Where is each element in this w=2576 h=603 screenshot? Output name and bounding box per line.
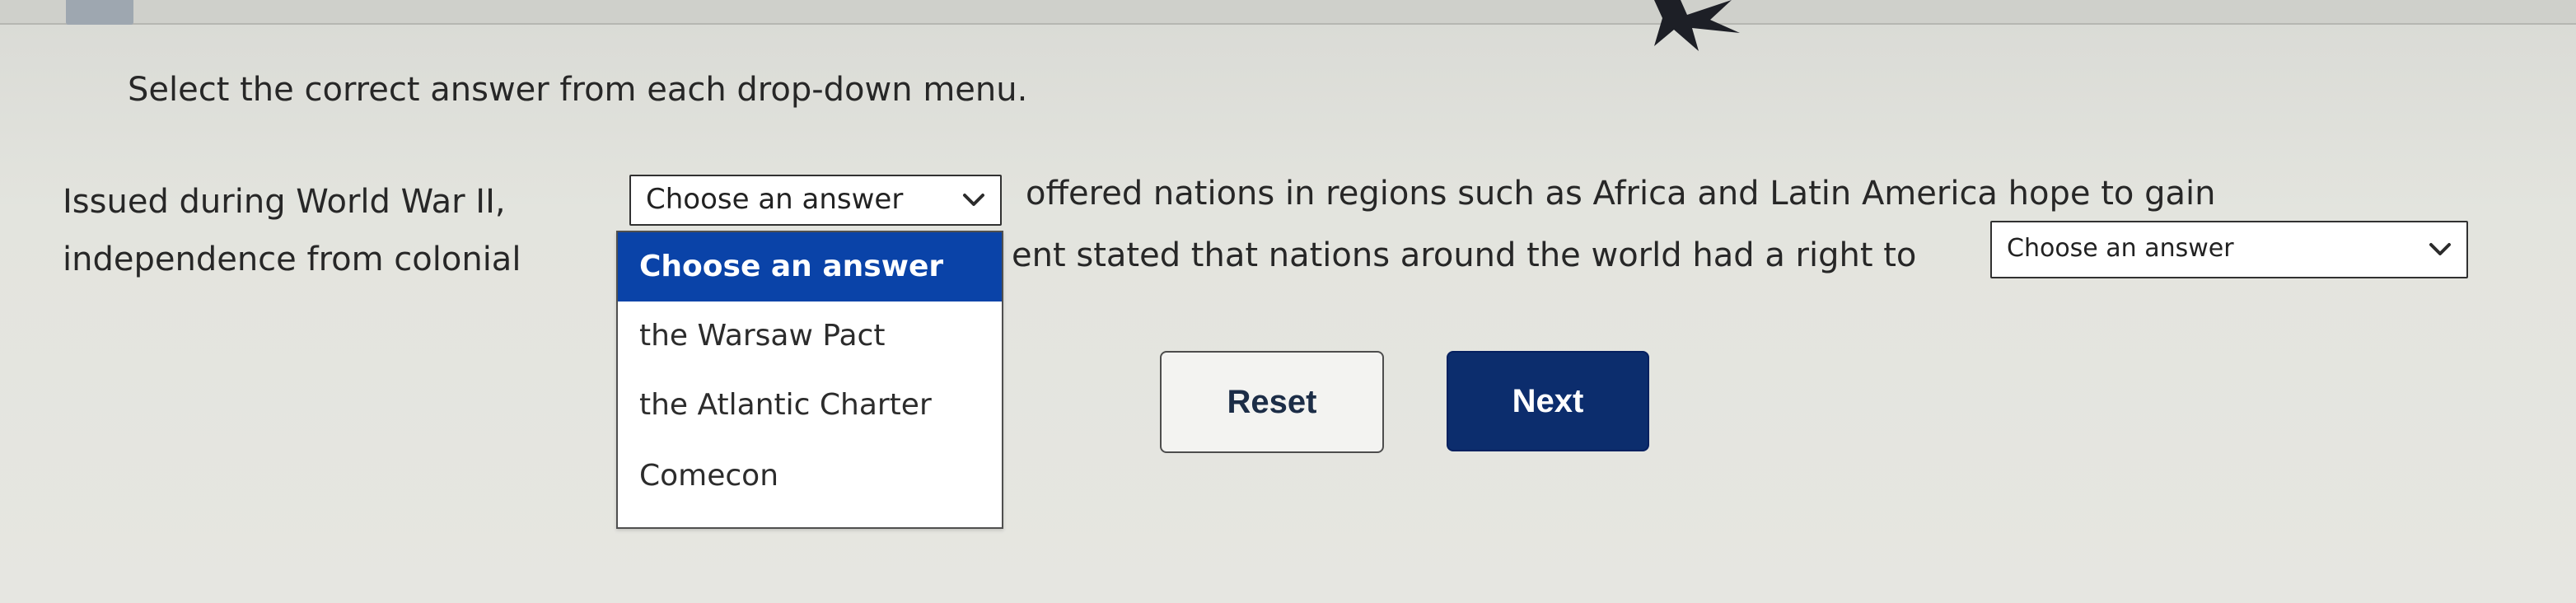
dropdown-option-the-atlantic-charter[interactable]: the Atlantic Charter (618, 390, 1002, 420)
question-line-1-suffix: offered nations in regions such as Afric… (1026, 175, 2216, 213)
cursor-icon (1654, 0, 1740, 51)
dropdown-option-choose-an-answer[interactable]: Choose an answer (618, 232, 1002, 302)
dropdown-options-panel: Choose an answer the Warsaw Pact the Atl… (616, 231, 1003, 529)
answer-dropdown-2[interactable]: Choose an answer (1990, 221, 2468, 278)
chevron-down-icon (2429, 243, 2451, 255)
top-strip (0, 0, 2576, 25)
answer-dropdown-1-label: Choose an answer (646, 183, 904, 216)
answer-dropdown-1[interactable]: Choose an answer (629, 175, 1002, 226)
answer-dropdown-2-label: Choose an answer (2007, 234, 2234, 263)
reset-button[interactable]: Reset (1160, 351, 1384, 453)
chevron-down-icon (963, 194, 984, 206)
next-button[interactable]: Next (1447, 351, 1649, 451)
top-tab-decoration (66, 0, 133, 25)
dropdown-option-the-warsaw-pact[interactable]: the Warsaw Pact (618, 321, 1002, 351)
question-line-2-suffix: ent stated that nations around the world… (1012, 236, 1917, 274)
dropdown-option-comecon[interactable]: Comecon (618, 461, 1002, 491)
instruction-text: Select the correct answer from each drop… (128, 71, 1028, 109)
question-line-1-prefix: Issued during World War II, (63, 183, 506, 221)
question-line-2-prefix: independence from colonial (63, 241, 521, 278)
